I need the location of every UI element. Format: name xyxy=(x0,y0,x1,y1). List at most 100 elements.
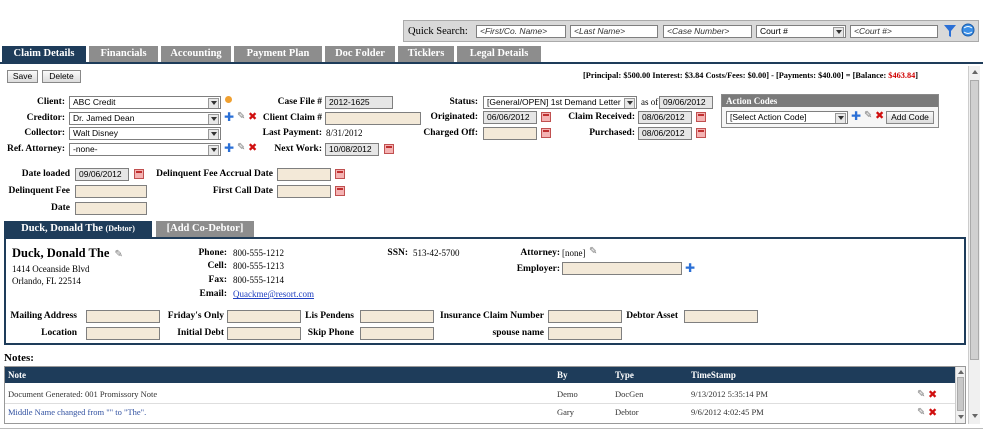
lis-pendens-input[interactable] xyxy=(360,310,434,323)
save-button[interactable]: Save xyxy=(7,70,38,83)
table-row[interactable]: Document Generated: 001 Promissory Note … xyxy=(5,387,953,402)
first-name-search-input[interactable]: <First/Co. Name> xyxy=(476,25,566,38)
date-loaded-input[interactable]: 09/06/2012 xyxy=(75,168,129,181)
tab-legal-details[interactable]: Legal Details xyxy=(457,46,541,62)
charged-off-input[interactable] xyxy=(483,127,537,140)
first-call-date-calendar-icon[interactable] xyxy=(335,186,345,196)
notes-col-by[interactable]: By xyxy=(557,367,568,383)
attorney-label: Attorney: xyxy=(520,248,560,258)
delinquent-fee-input[interactable] xyxy=(75,185,147,198)
delinquent-fee-accrual-input[interactable] xyxy=(277,168,331,181)
edit-attorney-debtor-icon[interactable]: ✎ xyxy=(589,247,597,257)
date-input[interactable] xyxy=(75,202,147,215)
delete-note-icon[interactable]: ✖ xyxy=(928,389,937,400)
client-claim-input[interactable] xyxy=(325,112,421,125)
delinquent-fee-label: Delinquent Fee xyxy=(8,186,70,196)
edit-creditor-icon[interactable]: ✎ xyxy=(237,112,245,122)
purchased-label: Purchased: xyxy=(589,128,635,138)
purchased-input[interactable]: 08/06/2012 xyxy=(638,127,692,140)
action-code-select[interactable]: [Select Action Code] xyxy=(726,111,848,124)
insurance-claim-input[interactable] xyxy=(548,310,622,323)
claim-received-input[interactable]: 08/06/2012 xyxy=(638,111,692,124)
date-loaded-calendar-icon[interactable] xyxy=(134,169,144,179)
ref-attorney-label: Ref. Attorney: xyxy=(6,144,65,154)
client-info-icon[interactable] xyxy=(225,96,232,103)
next-work-calendar-icon[interactable] xyxy=(384,144,394,154)
employer-input[interactable] xyxy=(562,262,682,275)
creditor-select[interactable]: Dr. Jamed Dean xyxy=(69,112,221,125)
globe-icon[interactable] xyxy=(961,23,975,37)
status-as-of-input[interactable]: 09/06/2012 xyxy=(659,96,713,109)
skip-phone-input[interactable] xyxy=(360,327,434,340)
notes-col-type[interactable]: Type xyxy=(615,367,634,383)
tab-claim-details[interactable]: Claim Details xyxy=(2,46,86,62)
filter-icon[interactable] xyxy=(944,24,956,38)
page-scrollbar[interactable] xyxy=(968,66,980,424)
initial-debt-input[interactable] xyxy=(227,327,301,340)
edit-action-code-icon[interactable]: ✎ xyxy=(864,111,872,121)
mailing-address-label: Mailing Address xyxy=(10,311,77,321)
edit-note-icon[interactable]: ✎ xyxy=(917,390,925,400)
spouse-name-input[interactable] xyxy=(548,327,622,340)
notes-scroll-thumb[interactable] xyxy=(957,377,964,411)
edit-note-icon[interactable]: ✎ xyxy=(917,408,925,418)
ref-attorney-select[interactable]: -none- xyxy=(69,143,221,156)
debtor-asset-input[interactable] xyxy=(684,310,758,323)
claim-received-calendar-icon[interactable] xyxy=(696,112,706,122)
page-scroll-down-arrow[interactable] xyxy=(972,414,978,418)
case-file-input[interactable]: 2012-1625 xyxy=(325,96,393,109)
remove-action-code-icon[interactable]: ✖ xyxy=(875,110,884,121)
notes-scrollbar[interactable] xyxy=(955,367,965,423)
tab-doc-folder[interactable]: Doc Folder xyxy=(325,46,395,62)
tab-payment-plan[interactable]: Payment Plan xyxy=(234,46,322,62)
collector-select[interactable]: Walt Disney xyxy=(69,127,221,140)
delete-note-icon[interactable]: ✖ xyxy=(928,407,937,418)
next-work-input[interactable]: 10/08/2012 xyxy=(325,143,379,156)
notes-scroll-up-arrow[interactable] xyxy=(958,370,964,374)
case-number-search-input[interactable]: <Case Number> xyxy=(663,25,752,38)
court-type-select[interactable]: Court # xyxy=(756,25,846,38)
edit-attorney-icon[interactable]: ✎ xyxy=(237,143,245,153)
page-scroll-up-arrow[interactable] xyxy=(972,70,978,74)
notes-col-note[interactable]: Note xyxy=(8,367,26,383)
email-link[interactable]: Quackme@resort.com xyxy=(233,289,314,299)
add-code-button[interactable]: Add Code xyxy=(886,111,934,124)
attorney-value: [none] xyxy=(562,248,586,258)
charged-off-calendar-icon[interactable] xyxy=(541,128,551,138)
add-attorney-icon[interactable]: ✚ xyxy=(224,142,234,154)
balance-summary-end: ] xyxy=(915,71,919,80)
first-call-date-input[interactable] xyxy=(277,185,331,198)
court-number-search-input[interactable]: <Court #> xyxy=(850,25,938,38)
note-type: DocGen xyxy=(615,389,644,399)
creditor-label: Creditor: xyxy=(26,113,65,123)
fridays-only-input[interactable] xyxy=(227,310,301,323)
purchased-calendar-icon[interactable] xyxy=(696,128,706,138)
edit-debtor-name-icon[interactable]: ✎ xyxy=(115,249,123,260)
claim-received-label: Claim Received: xyxy=(568,112,635,122)
notes-scroll-down-arrow[interactable] xyxy=(958,415,964,419)
status-select[interactable]: [General/OPEN] 1st Demand Letter xyxy=(483,96,637,109)
add-creditor-icon[interactable]: ✚ xyxy=(224,111,234,123)
tab-ticklers[interactable]: Ticklers xyxy=(398,46,454,62)
client-select[interactable]: ABC Credit xyxy=(69,96,221,109)
add-employer-icon[interactable]: ✚ xyxy=(685,262,695,274)
notes-col-timestamp[interactable]: TimeStamp xyxy=(691,367,736,383)
originated-calendar-icon[interactable] xyxy=(541,112,551,122)
tab-financials[interactable]: Financials xyxy=(89,46,158,62)
delinquent-fee-accrual-calendar-icon[interactable] xyxy=(335,169,345,179)
last-name-search-input[interactable]: <Last Name> xyxy=(570,25,658,38)
court-type-select-value: Court # xyxy=(760,26,788,36)
remove-attorney-icon[interactable]: ✖ xyxy=(248,142,257,153)
tab-add-co-debtor[interactable]: [Add Co-Debtor] xyxy=(156,221,254,237)
delete-button[interactable]: Delete xyxy=(42,70,81,83)
phone-label: Phone: xyxy=(198,248,228,258)
mailing-address-input[interactable] xyxy=(86,310,160,323)
tab-debtor-primary[interactable]: Duck, Donald The (Debtor) xyxy=(4,221,152,237)
originated-input[interactable]: 06/06/2012 xyxy=(483,111,537,124)
remove-creditor-icon[interactable]: ✖ xyxy=(248,111,257,122)
tab-accounting[interactable]: Accounting xyxy=(161,46,231,62)
location-input[interactable] xyxy=(86,327,160,340)
page-scroll-thumb[interactable] xyxy=(970,80,979,360)
table-row[interactable]: Middle Name changed from "" to "The". Ga… xyxy=(5,405,953,420)
add-action-code-icon[interactable]: ✚ xyxy=(851,110,861,122)
